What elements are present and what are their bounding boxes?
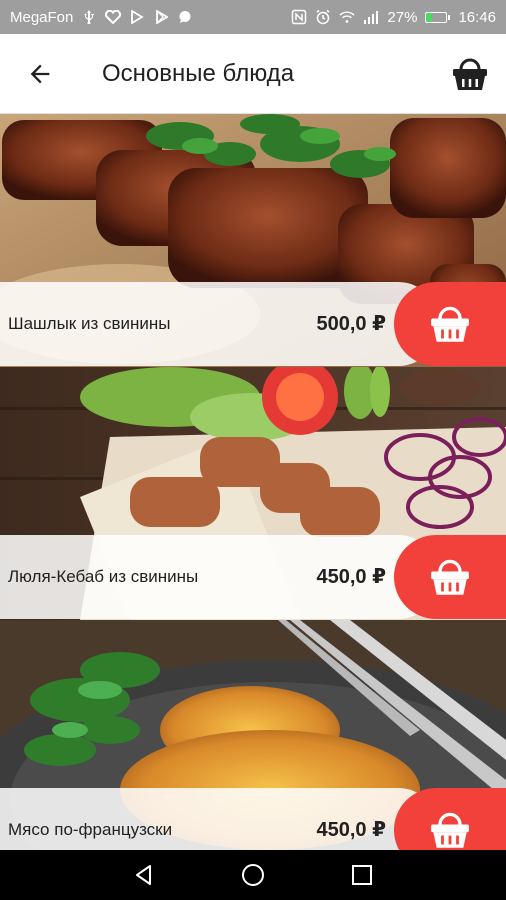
dish-name: Мясо по-французски [8,820,173,839]
nav-recents-button[interactable] [337,850,387,900]
dish-card[interactable]: Мясо по-французски 450,0 ₽ [0,620,506,850]
nav-home-button[interactable] [228,850,278,900]
app-bar: Основные блюда [0,34,506,114]
arrow-left-icon [30,64,50,83]
dish-card[interactable]: Шашлык из свинины 500,0 ₽ [0,114,506,367]
dish-name: Шашлык из свинины [8,314,171,333]
dish-price: 500,0 ₽ [316,313,386,335]
carrier-name: MegaFon [10,8,74,26]
battery-icon [425,11,451,23]
add-to-cart-button[interactable] [394,535,506,619]
nav-back-button[interactable] [119,850,169,900]
back-button[interactable] [10,44,70,104]
signal-icon [363,9,379,25]
add-to-cart-button[interactable] [394,282,506,366]
status-bar: MegaFon 27% 16:46 [0,0,506,34]
dish-bar: Мясо по-французски 450,0 ₽ [0,788,506,850]
dish-card[interactable]: Люля-Кебаб из свинины 450,0 ₽ [0,367,506,620]
clock: 16:46 [458,8,496,26]
wifi-icon [339,9,356,25]
play-store-icon [129,9,145,25]
dish-list[interactable]: Шашлык из свинины 500,0 ₽ Люля-Кебаб из … [0,114,506,850]
alarm-icon [315,9,331,25]
play-icon [153,9,169,25]
status-left: MegaFon [10,9,291,26]
battery-fill [426,12,432,22]
dish-price: 450,0 ₽ [316,566,386,588]
basket-icon [453,58,487,90]
recents-square-icon [351,865,372,885]
back-triangle-icon [136,865,152,885]
chat-icon [177,9,193,25]
basket-icon [431,812,469,848]
usb-icon [81,9,97,25]
cart-button[interactable] [442,46,498,102]
dish-bar: Люля-Кебаб из свинины 450,0 ₽ [0,535,506,619]
heart-icon [105,9,122,25]
dish-price: 450,0 ₽ [316,819,386,841]
battery-percent: 27% [387,8,418,26]
dish-name: Люля-Кебаб из свинины [8,567,199,586]
home-circle-icon [241,864,264,886]
dish-bar: Шашлык из свинины 500,0 ₽ [0,282,506,366]
page-title: Основные блюда [102,59,295,87]
screen: MegaFon 27% 16:46 Основные блюда Шашлык … [0,0,506,900]
basket-icon [431,559,469,595]
system-nav-bar [0,850,506,900]
basket-icon [431,306,469,342]
nfc-icon [291,9,307,25]
add-to-cart-button[interactable] [394,788,506,850]
status-right: 27% 16:46 [291,9,496,26]
